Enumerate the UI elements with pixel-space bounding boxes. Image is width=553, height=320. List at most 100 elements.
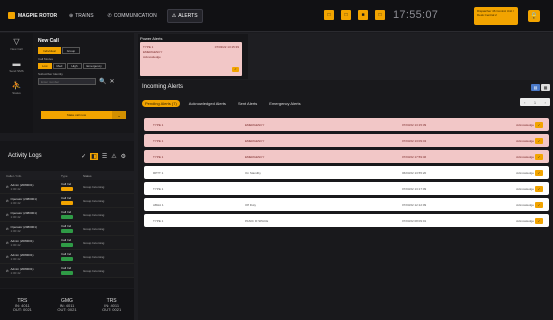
acknowledge-button[interactable]: ✓ (535, 201, 543, 208)
activity-header: Activity Logs ✓ ◧ ☰ ⚠ ⚙ (0, 141, 134, 171)
next-page-icon[interactable]: › (544, 100, 545, 105)
chip-low[interactable]: Low (38, 63, 52, 69)
lock-icon[interactable]: 🔒 (528, 10, 540, 22)
row-type: Call Ind (61, 224, 83, 234)
phone-icon: ✆ (6, 198, 9, 203)
phone-icon: ✆ (6, 268, 9, 273)
clear-icon[interactable]: ✕ (109, 78, 114, 85)
alert-time: 07/03/22 13:09:43 (402, 138, 427, 143)
gear-icon[interactable]: ⚙ (121, 153, 126, 160)
activity-columns: Caller / Info Type Status (0, 171, 134, 180)
row-caller: ✆ Operator (2080001) 1:00:42 (6, 196, 37, 205)
chip-med[interactable]: Med (52, 63, 67, 69)
identity-input[interactable] (38, 78, 96, 85)
warning-icon: ⚠ (171, 13, 177, 19)
alert-ack-label[interactable]: Acknowledge (494, 123, 534, 127)
check-icon[interactable]: ✓ (81, 153, 86, 160)
list-icon[interactable]: ☰ (102, 153, 107, 160)
alert-row[interactable]: TYPE 1 PANIC IF SPACE 07/03/22 08:09:01 Ack… (144, 214, 549, 227)
new-call-title: New Call (38, 38, 59, 44)
acknowledge-button[interactable]: ✓ (535, 185, 543, 192)
square-button-3[interactable]: ■ (358, 10, 368, 20)
alert-ack-label[interactable]: Acknowledge (494, 155, 534, 159)
toggle-individual[interactable]: Individual (38, 47, 61, 54)
rail-new-call[interactable]: ▽ New Call (0, 33, 33, 55)
power-alerts-panel: Power Alerts TYPE 1 07/03/22 13:15:39 EM… (138, 34, 248, 79)
alert-row[interactable]: ABHA 1 Off Duty 07/03/22 12:12:09 Acknowled… (144, 198, 549, 211)
acknowledge-button[interactable]: ✓ (535, 137, 543, 144)
acknowledge-button[interactable]: ✓ (535, 121, 543, 128)
alert-ack-label[interactable]: Acknowledge (494, 139, 534, 143)
row-type: Call Ind (61, 238, 83, 248)
alert-ack-label[interactable]: Acknowledge (494, 219, 534, 223)
grid-view-icon[interactable]: ▦ (541, 84, 550, 91)
top-bar: MAGPIE ROTOR ⊕ TRAINS ✆ COMMUNICATION ⚠ ALE… (0, 0, 553, 32)
stat-block: TRS IN: 4011 OUT: 0021 (12, 297, 32, 312)
app-logo: MAGPIE ROTOR (8, 11, 57, 20)
alert-name: TYPE 1 (153, 138, 164, 143)
chevron-down-icon[interactable]: ⌄ (112, 111, 126, 119)
alert-ack-label[interactable]: Acknowledge (494, 203, 534, 207)
activity-rows: ✆ Admin (2080001) 1:00:42 Call Ind Group Inc… (0, 180, 134, 278)
activity-row[interactable]: ✆ Operator (2080001) 1:00:42 Call Ind Group … (0, 222, 134, 236)
square-button-2[interactable]: □ (341, 10, 351, 20)
row-status: Group Incoming (83, 226, 105, 231)
search-icon[interactable]: 🔍 (99, 78, 106, 85)
alert-row[interactable]: TYPE 1 07/03/22 13:17:09 Acknowledge ✓ (144, 182, 549, 195)
alert-name: TYPE 1 (153, 218, 164, 223)
chip-high[interactable]: High (67, 63, 82, 69)
alert-row[interactable]: TYPE 1 EMERGENCY 07/03/22 17:59:46 Acknowle… (144, 150, 549, 163)
alert-time: 07/03/22 17:59:46 (402, 154, 427, 159)
logo-text: MAGPIE ROTOR (18, 12, 58, 19)
row-caller: ✆ Admin (2080001) 1:00:42 (6, 182, 34, 191)
phone-icon: ✆ (6, 184, 9, 189)
activity-row[interactable]: ✆ Admin (2080001) 1:00:42 Call Ind Group Inc… (0, 250, 134, 264)
activity-logs-panel: Activity Logs ✓ ◧ ☰ ⚠ ⚙ Caller / Info Ty… (0, 141, 134, 288)
power-alert-card[interactable]: TYPE 1 07/03/22 13:15:39 EMERGENCY Ackno… (140, 42, 242, 76)
chip-emergency[interactable]: Emergency (82, 63, 106, 69)
acknowledge-button[interactable]: ✓ (535, 169, 543, 176)
stat-block: GMG IN: 4011 OUT: 0021 (57, 297, 77, 312)
filter-emergency[interactable]: Emergency Alerts (266, 100, 303, 107)
alert-row[interactable]: TYPE 1 EMERGENCY 07/03/22 13:15:39 Acknowle… (144, 118, 549, 131)
warning-icon[interactable]: ⚠ (111, 153, 116, 160)
acknowledge-button[interactable]: ✓ (535, 153, 543, 160)
call-modes-label: Call Modes (38, 57, 54, 61)
activity-row[interactable]: ✆ Admin (2080001) 1:00:42 Call Ind Group Inc… (0, 236, 134, 250)
tab-trains[interactable]: ⊕ TRAINS (65, 10, 98, 22)
acknowledge-button[interactable]: ✓ (535, 217, 543, 224)
view-toggle: ▤ ▦ (531, 84, 550, 91)
acknowledge-button[interactable]: ✓ (232, 67, 239, 72)
row-type: Call Ind (61, 252, 83, 262)
square-button-1[interactable]: □ (324, 10, 334, 20)
make-call-label: Make call now (41, 111, 112, 119)
row-type: Call Ind (61, 196, 83, 206)
prev-page-icon[interactable]: ‹ (524, 100, 525, 105)
phone-icon: ✆ (6, 212, 9, 217)
activity-row[interactable]: ✆ Operator (2080001) 1:00:42 Call Ind Group … (0, 208, 134, 222)
row-type: Call Ind (61, 210, 83, 220)
alert-row[interactable]: TYPE 1 EMERGENCY 07/03/22 13:09:43 Acknowle… (144, 134, 549, 147)
activity-row[interactable]: ✆ Operator (2080001) 1:00:42 Call Ind Group … (0, 194, 134, 208)
alert-ack-label[interactable]: Acknowledge (494, 171, 534, 175)
filter-acknowledged[interactable]: Acknowledged Alerts (186, 100, 229, 107)
tab-communication[interactable]: ✆ COMMUNICATION (104, 10, 161, 22)
square-button-4[interactable]: □ (375, 10, 385, 20)
filter-pending[interactable]: Pending Alerts (7) (142, 100, 180, 107)
tab-alerts[interactable]: ⚠ ALERTS (166, 9, 203, 23)
activity-row[interactable]: ✆ Admin (2080001) 1:00:42 Call Ind Group Inc… (0, 180, 134, 194)
rail-send-sms[interactable]: ▬ Send SMS (0, 55, 33, 77)
status-pill (61, 256, 73, 261)
activity-row[interactable]: ✆ Admin (2080001) 1:00:42 Call Ind Group Inc… (0, 264, 134, 278)
alert-row[interactable]: RPTT 1 On Standby 06/03/22 13:55:20 Acknowl… (144, 166, 549, 179)
page-number[interactable]: 1 (534, 100, 536, 105)
toggle-group[interactable]: Group (61, 47, 81, 54)
pager: ‹ 1 › (520, 98, 550, 106)
list-view-icon[interactable]: ▤ (531, 84, 540, 91)
rail-status[interactable]: ⛹ Status (0, 77, 33, 99)
make-call-button[interactable]: Make call now ⌄ (41, 111, 126, 119)
panel-icon[interactable]: ◧ (90, 152, 98, 160)
user-info[interactable]: Dispatcher 46 Control Unit / Desk Centra… (474, 7, 518, 25)
filter-sent[interactable]: Sent Alerts (235, 100, 260, 107)
alert-ack-label[interactable]: Acknowledge (494, 187, 534, 191)
